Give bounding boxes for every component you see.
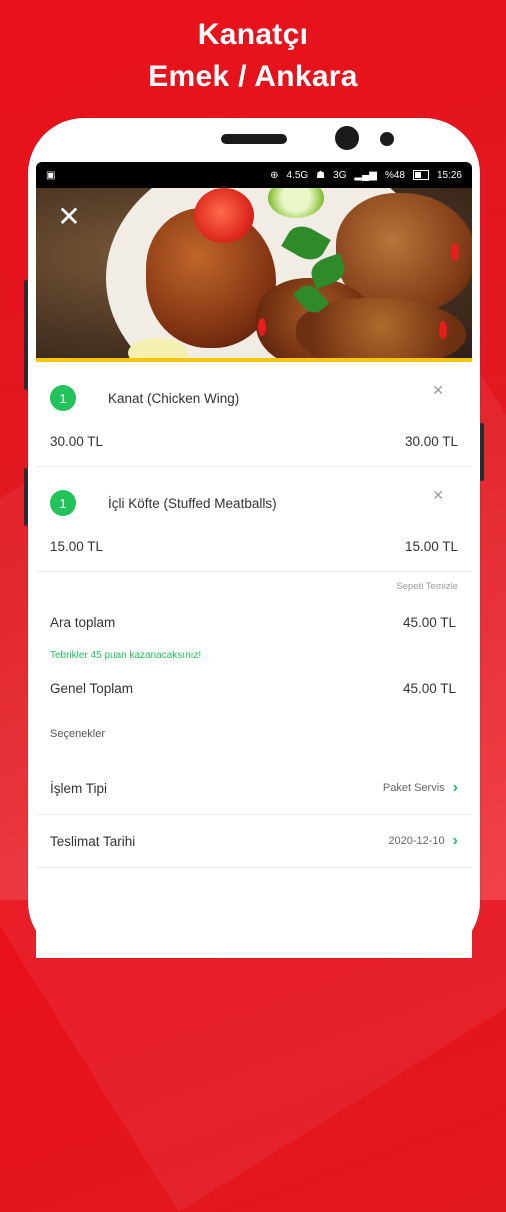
item-total-price: 15.00 TL (404, 539, 458, 554)
remove-item-icon[interactable]: ✕ (432, 382, 444, 399)
cart-item: 1 İçli Köfte (Stuffed Meatballs) ✕ 15.00… (36, 467, 472, 572)
delivery-date-label: Teslimat Tarihi (50, 833, 136, 849)
signal-bars-icon: ▂▄▆ (354, 169, 377, 181)
item-unit-price: 15.00 TL (50, 539, 104, 554)
app-screen: ▣ ⊕ 4.5G ☗ 3G ▂▄▆ %48 15:26 ✕ 1 Kanat (C… (36, 162, 472, 958)
delivery-date-row[interactable]: Teslimat Tarihi 2020-12-10 › (36, 815, 472, 868)
quantity-badge[interactable]: 1 (50, 385, 76, 411)
total-row: Genel Toplam 45.00 TL (36, 670, 472, 706)
status-bar: ▣ ⊕ 4.5G ☗ 3G ▂▄▆ %48 15:26 (36, 162, 472, 188)
subtotal-row: Ara toplam 45.00 TL (36, 602, 472, 642)
item-total-price: 30.00 TL (404, 434, 458, 449)
phone-speaker (221, 134, 287, 144)
close-icon[interactable]: ✕ (54, 202, 84, 232)
delivery-date-value: 2020-12-10 (388, 835, 445, 847)
network-type: 4.5G (286, 169, 309, 181)
battery-percent: %48 (384, 169, 405, 181)
signal-type: 3G (333, 169, 347, 181)
order-type-label: İşlem Tipi (50, 780, 108, 796)
restaurant-name: Kanatçı (197, 18, 309, 51)
item-name: İçli Köfte (Stuffed Meatballs) (108, 495, 277, 511)
clock: 15:26 (436, 169, 462, 181)
total-label: Genel Toplam (50, 680, 134, 696)
order-type-value: Paket Servis (382, 782, 445, 794)
alarm-icon: ☗ (316, 169, 326, 181)
promo-header: Kanatçı Emek / Ankara (0, 14, 506, 98)
restaurant-location: Emek / Ankara (148, 60, 358, 93)
phone-sensor (380, 132, 394, 146)
subtotal-label: Ara toplam (50, 614, 116, 630)
remove-item-icon[interactable]: ✕ (432, 487, 444, 504)
subtotal-value: 45.00 TL (402, 614, 456, 630)
gallery-icon: ▣ (46, 169, 56, 181)
phone-camera (335, 126, 359, 150)
item-unit-price: 30.00 TL (50, 434, 104, 449)
total-value: 45.00 TL (402, 680, 456, 696)
points-message: Tebrikler 45 puan kazanacaksınız! (50, 650, 202, 661)
phone-frame: ▣ ⊕ 4.5G ☗ 3G ▂▄▆ %48 15:26 ✕ 1 Kanat (C… (24, 118, 484, 958)
options-heading: Seçenekler (50, 728, 106, 740)
phone-side-button (24, 468, 28, 526)
phone-side-button (24, 280, 28, 390)
hero-food-image: ✕ (36, 188, 472, 362)
clear-cart-link[interactable]: Sepeti Temizle (36, 572, 472, 602)
cart-item: 1 Kanat (Chicken Wing) ✕ 30.00 TL 30.00 … (36, 362, 472, 467)
order-type-row[interactable]: İşlem Tipi Paket Servis › (36, 762, 472, 815)
battery-icon (412, 170, 429, 180)
cart-content: 1 Kanat (Chicken Wing) ✕ 30.00 TL 30.00 … (36, 362, 472, 868)
quantity-badge[interactable]: 1 (50, 490, 76, 516)
item-name: Kanat (Chicken Wing) (108, 390, 240, 406)
chevron-right-icon: › (452, 832, 458, 849)
chevron-right-icon: › (452, 779, 458, 796)
data-saver-icon: ⊕ (270, 169, 279, 181)
phone-side-button (480, 423, 484, 481)
